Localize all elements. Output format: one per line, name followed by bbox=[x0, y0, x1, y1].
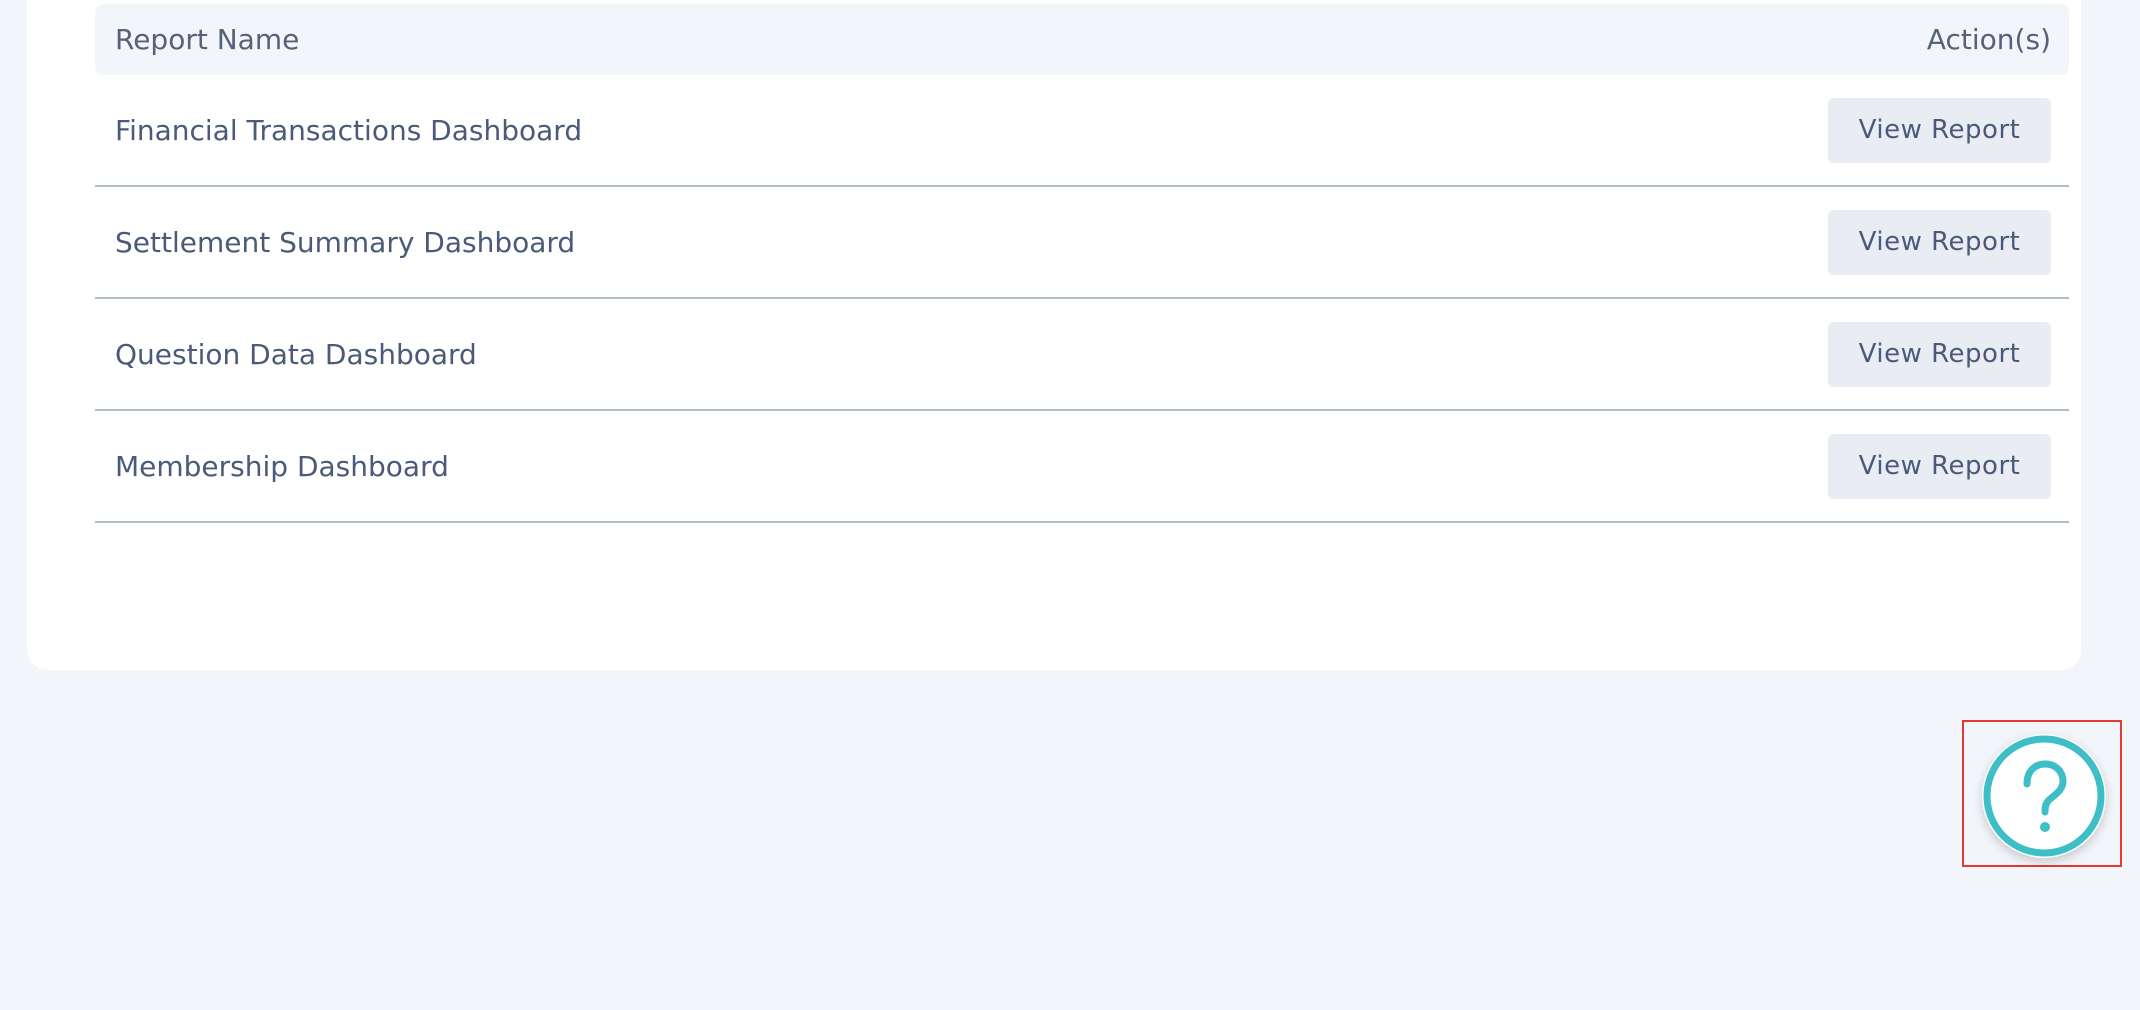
reports-table: Report Name Action(s) Financial Transact… bbox=[95, 4, 2069, 523]
table-header: Report Name Action(s) bbox=[95, 4, 2069, 75]
question-circle-icon bbox=[1983, 735, 2105, 857]
column-header-actions: Action(s) bbox=[1926, 23, 2051, 56]
table-row: Membership Dashboard View Report bbox=[95, 411, 2069, 523]
report-name: Financial Transactions Dashboard bbox=[115, 113, 583, 147]
table-row: Question Data Dashboard View Report bbox=[95, 299, 2069, 411]
view-report-button[interactable]: View Report bbox=[1828, 433, 2051, 499]
report-name: Settlement Summary Dashboard bbox=[115, 225, 576, 259]
column-header-report-name: Report Name bbox=[115, 23, 300, 56]
report-name: Membership Dashboard bbox=[115, 449, 449, 483]
view-report-button[interactable]: View Report bbox=[1828, 321, 2051, 387]
view-report-button[interactable]: View Report bbox=[1828, 209, 2051, 275]
help-button-highlight bbox=[1962, 720, 2122, 867]
table-row: Settlement Summary Dashboard View Report bbox=[95, 187, 2069, 299]
view-report-button[interactable]: View Report bbox=[1828, 97, 2051, 163]
table-row: Financial Transactions Dashboard View Re… bbox=[95, 75, 2069, 187]
report-name: Question Data Dashboard bbox=[115, 337, 477, 371]
reports-card: Report Name Action(s) Financial Transact… bbox=[27, 0, 2081, 670]
help-button[interactable] bbox=[1982, 734, 2106, 858]
